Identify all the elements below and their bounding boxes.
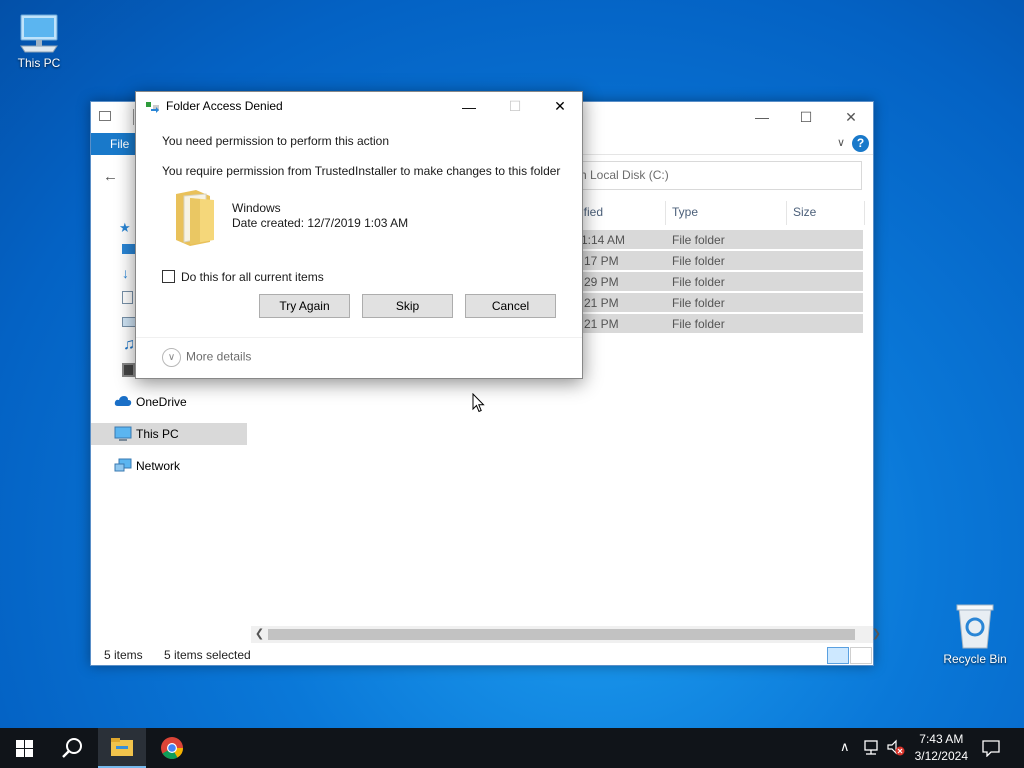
mouse-cursor-icon: [472, 393, 485, 413]
horizontal-scrollbar[interactable]: ❮ ❯: [251, 626, 881, 643]
desktop-folder-icon: [122, 244, 136, 254]
monitor-icon: [20, 14, 58, 53]
folder-name: Windows: [232, 201, 281, 215]
more-details-toggle[interactable]: ∨ More details: [162, 348, 251, 367]
scroll-left-icon[interactable]: ❮: [251, 627, 268, 640]
scrollbar-thumb[interactable]: [268, 629, 855, 640]
dialog-close-button[interactable]: ✕: [537, 92, 583, 121]
picture-icon: [122, 317, 136, 327]
volume-muted-icon[interactable]: [886, 739, 906, 757]
desktop-icon-label: This PC: [17, 56, 61, 70]
help-icon[interactable]: ?: [852, 135, 869, 152]
close-button[interactable]: ✕: [828, 102, 874, 132]
row-modified: 21 PM: [584, 296, 619, 310]
skip-button[interactable]: Skip: [362, 294, 453, 318]
cancel-button[interactable]: Cancel: [465, 294, 556, 318]
desktop-icon-this-pc[interactable]: This PC: [1, 12, 77, 70]
search-icon: [62, 738, 82, 758]
start-button[interactable]: [0, 728, 48, 768]
status-selected-count: 5 items selected: [164, 648, 251, 662]
row-type: File folder: [672, 275, 725, 289]
large-icons-view-button[interactable]: [850, 647, 872, 664]
recycle-bin-icon: [956, 604, 994, 649]
nav-item-label: Network: [136, 459, 181, 473]
row-modified: 29 PM: [584, 275, 619, 289]
row-modified: 17 PM: [584, 254, 619, 268]
chrome-icon: [161, 737, 183, 759]
notifications-icon[interactable]: [982, 740, 1000, 757]
system-clock[interactable]: 7:43 AM 3/12/2024: [915, 731, 968, 765]
apply-to-all-label[interactable]: Do this for all current items: [181, 270, 324, 284]
more-details-label: More details: [186, 349, 252, 364]
folder-date-created: Date created: 12/7/2019 1:03 AM: [232, 216, 409, 230]
row-type: File folder: [672, 254, 725, 268]
dialog-heading: You need permission to perform this acti…: [162, 134, 390, 148]
dialog-minimize-button[interactable]: —: [446, 92, 492, 121]
search-button[interactable]: [48, 728, 96, 768]
details-view-button[interactable]: [827, 647, 849, 664]
maximize-button[interactable]: ☐: [783, 102, 829, 132]
network-status-icon[interactable]: [862, 740, 880, 756]
row-type: File folder: [672, 317, 725, 331]
cloud-icon: [114, 396, 132, 406]
document-icon: [122, 291, 133, 304]
video-icon: [122, 363, 135, 377]
row-modified: 21 PM: [584, 317, 619, 331]
taskbar-chrome[interactable]: [148, 728, 196, 768]
apply-to-all-checkbox[interactable]: [162, 270, 175, 283]
row-type: File folder: [672, 233, 725, 247]
monitor-icon: [114, 426, 132, 441]
chevron-down-icon: ∨: [162, 348, 181, 367]
explorer-app-icon: [99, 111, 111, 121]
folder-access-denied-dialog: Folder Access Denied — ☐ ✕ You need perm…: [135, 91, 583, 379]
column-header-modified[interactable]: ified: [575, 201, 666, 225]
back-arrow-icon[interactable]: ←: [103, 168, 118, 185]
dialog-title: Folder Access Denied: [166, 99, 283, 113]
network-icon: [114, 458, 132, 472]
desktop-icon-recycle-bin[interactable]: Recycle Bin: [937, 602, 1013, 666]
file-explorer-icon: [111, 738, 133, 756]
clock-time: 7:43 AM: [919, 732, 964, 746]
chevron-up-icon[interactable]: ∧: [840, 739, 850, 755]
scroll-right-icon[interactable]: ❯: [868, 627, 885, 640]
windows-logo-icon: [15, 739, 33, 757]
taskbar-file-explorer[interactable]: [98, 728, 146, 768]
column-header-size[interactable]: Size: [787, 201, 865, 225]
row-type: File folder: [672, 296, 725, 310]
row-modified: 1:14 AM: [581, 233, 626, 247]
download-icon: ↓: [122, 265, 129, 281]
taskbar: ∧ 7:43 AM 3/12/2024: [0, 728, 1024, 768]
search-input[interactable]: ch Local Disk (C:): [571, 161, 862, 190]
dialog-maximize-button: ☐: [508, 98, 522, 114]
minimize-button[interactable]: —: [739, 102, 785, 132]
chevron-down-icon[interactable]: ∨: [837, 136, 845, 149]
try-again-button[interactable]: Try Again: [259, 294, 350, 318]
folder-transfer-icon: [146, 102, 159, 113]
folder-icon: [176, 190, 214, 246]
nav-item-label: OneDrive: [136, 395, 187, 409]
nav-item-network[interactable]: Network: [91, 455, 247, 477]
clock-date: 3/12/2024: [914, 749, 968, 763]
nav-item-onedrive[interactable]: OneDrive: [91, 391, 247, 413]
music-icon: ♫: [123, 336, 135, 353]
nav-item-label: This PC: [136, 427, 179, 441]
desktop-icon-label: Recycle Bin: [943, 652, 1007, 666]
nav-item-this-pc[interactable]: This PC: [91, 423, 247, 445]
status-bar: 5 items 5 items selected: [91, 645, 873, 666]
star-icon: ★: [119, 220, 131, 235]
status-item-count: 5 items: [104, 648, 143, 662]
column-header-type[interactable]: Type: [666, 201, 787, 225]
dialog-message: You require permission from TrustedInsta…: [162, 164, 561, 178]
